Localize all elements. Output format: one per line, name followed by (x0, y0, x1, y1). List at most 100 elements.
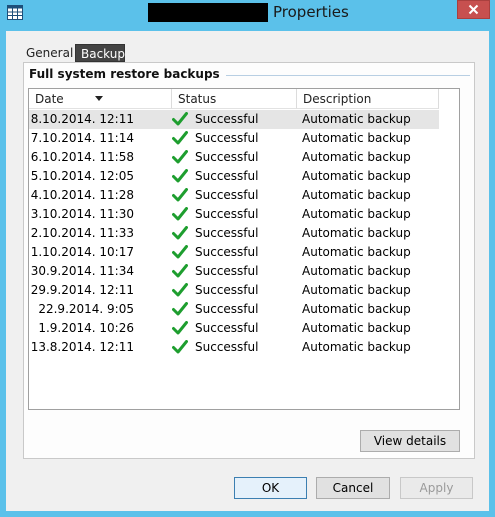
tab-general[interactable]: General (21, 44, 78, 62)
cell-date: 4.10.2014. 11:28 (30, 188, 134, 202)
status-text: Successful (195, 321, 259, 335)
group-divider (194, 75, 470, 76)
cell-date: 7.10.2014. 11:14 (30, 131, 134, 145)
group-title: Full system restore backups (29, 67, 226, 81)
cell-status: Successful (172, 224, 292, 243)
backup-list[interactable]: Date Status Description 8.10.2014. 12:11… (28, 88, 460, 410)
cell-date: 8.10.2014. 12:11 (30, 112, 134, 126)
cell-date: 29.9.2014. 12:11 (30, 283, 134, 297)
check-icon (172, 131, 188, 145)
table-row[interactable]: 3.10.2014. 11:30 Successful Automatic back… (29, 205, 459, 224)
table-row[interactable]: 2.10.2014. 11:33 Successful Automatic back… (29, 224, 459, 243)
status-text: Successful (195, 188, 259, 202)
table-row[interactable]: 4.10.2014. 11:28 Successful Automatic back… (29, 186, 459, 205)
tab-backup[interactable]: Backup (75, 44, 125, 62)
close-icon (468, 4, 479, 15)
cell-status: Successful (172, 167, 292, 186)
check-icon (172, 264, 188, 278)
table-row[interactable]: 5.10.2014. 12:05 Successful Automatic back… (29, 167, 459, 186)
status-text: Successful (195, 245, 259, 259)
status-text: Successful (195, 302, 259, 316)
cell-status: Successful (172, 110, 292, 129)
cell-date: 6.10.2014. 11:58 (30, 150, 134, 164)
cell-status: Successful (172, 300, 292, 319)
cancel-button[interactable]: Cancel (316, 477, 390, 499)
cell-description: Automatic backup (302, 283, 411, 297)
check-icon (172, 283, 188, 297)
status-text: Successful (195, 131, 259, 145)
column-header-label: Status (178, 92, 217, 106)
check-icon (172, 188, 188, 202)
cell-status: Successful (172, 186, 292, 205)
cell-description: Automatic backup (302, 226, 411, 240)
cell-date: 1.10.2014. 10:17 (30, 245, 134, 259)
cell-status: Successful (172, 319, 292, 338)
column-header-date[interactable]: Date (29, 89, 172, 109)
column-header-label: Date (35, 92, 64, 106)
cell-description: Automatic backup (302, 245, 411, 259)
list-header: Date Status Description (29, 89, 439, 109)
cell-description: Automatic backup (302, 340, 411, 354)
status-text: Successful (195, 283, 259, 297)
cell-date: 22.9.2014. 9:05 (38, 302, 134, 316)
cell-description: Automatic backup (302, 169, 411, 183)
table-row[interactable]: 1.10.2014. 10:17 Successful Automatic back… (29, 243, 459, 262)
check-icon (172, 169, 188, 183)
app-icon (7, 5, 23, 20)
table-row[interactable]: 7.10.2014. 11:14 Successful Automatic back… (29, 129, 459, 148)
check-icon (172, 302, 188, 316)
cell-status: Successful (172, 205, 292, 224)
cell-status: Successful (172, 338, 292, 357)
ok-button[interactable]: OK (234, 477, 307, 499)
cell-description: Automatic backup (302, 302, 411, 316)
cell-description: Automatic backup (302, 321, 411, 335)
table-row[interactable]: 29.9.2014. 12:11 Successful Automatic back… (29, 281, 459, 300)
table-row[interactable]: 6.10.2014. 11:58 Successful Automatic back… (29, 148, 459, 167)
status-text: Successful (195, 150, 259, 164)
table-row[interactable]: 30.9.2014. 11:34 Successful Automatic back… (29, 262, 459, 281)
dialog-body: General Backup Full system restore backu… (6, 31, 489, 511)
cell-description: Automatic backup (302, 264, 411, 278)
table-row[interactable]: 13.8.2014. 12:11 Successful Automatic back… (29, 338, 459, 357)
cell-description: Automatic backup (302, 188, 411, 202)
status-text: Successful (195, 340, 259, 354)
status-text: Successful (195, 169, 259, 183)
table-row[interactable]: 1.9.2014. 10:26 Successful Automatic backu… (29, 319, 459, 338)
sort-descending-icon (95, 96, 103, 101)
list-rows: 8.10.2014. 12:11 Successful Automatic back… (29, 110, 459, 357)
cell-status: Successful (172, 129, 292, 148)
status-text: Successful (195, 112, 259, 126)
view-details-button[interactable]: View details (360, 430, 460, 452)
status-text: Successful (195, 226, 259, 240)
cell-date: 1.9.2014. 10:26 (38, 321, 134, 335)
cell-status: Successful (172, 262, 292, 281)
table-row[interactable]: 8.10.2014. 12:11 Successful Automatic back… (29, 110, 459, 129)
backup-tab-panel: Full system restore backups Date Status … (23, 62, 475, 459)
title-bar[interactable]: Properties (0, 0, 495, 26)
cell-description: Automatic backup (302, 112, 411, 126)
check-icon (172, 321, 188, 335)
cell-description: Automatic backup (302, 150, 411, 164)
cell-description: Automatic backup (302, 207, 411, 221)
apply-button[interactable]: Apply (400, 477, 473, 499)
cell-date: 5.10.2014. 12:05 (30, 169, 134, 183)
check-icon (172, 245, 188, 259)
cell-date: 13.8.2014. 12:11 (30, 340, 134, 354)
close-button[interactable] (457, 0, 490, 19)
check-icon (172, 150, 188, 164)
check-icon (172, 226, 188, 240)
cell-date: 2.10.2014. 11:33 (30, 226, 134, 240)
table-row[interactable]: 22.9.2014. 9:05 Successful Automatic backu… (29, 300, 459, 319)
window-title: Properties (273, 3, 349, 21)
cell-description: Automatic backup (302, 131, 411, 145)
cell-status: Successful (172, 148, 292, 167)
check-icon (172, 112, 188, 126)
column-header-label: Description (303, 92, 372, 106)
check-icon (172, 207, 188, 221)
cell-status: Successful (172, 281, 292, 300)
status-text: Successful (195, 207, 259, 221)
column-header-description[interactable]: Description (297, 89, 439, 109)
cell-date: 3.10.2014. 11:30 (30, 207, 134, 221)
column-header-status[interactable]: Status (172, 89, 297, 109)
check-icon (172, 340, 188, 354)
